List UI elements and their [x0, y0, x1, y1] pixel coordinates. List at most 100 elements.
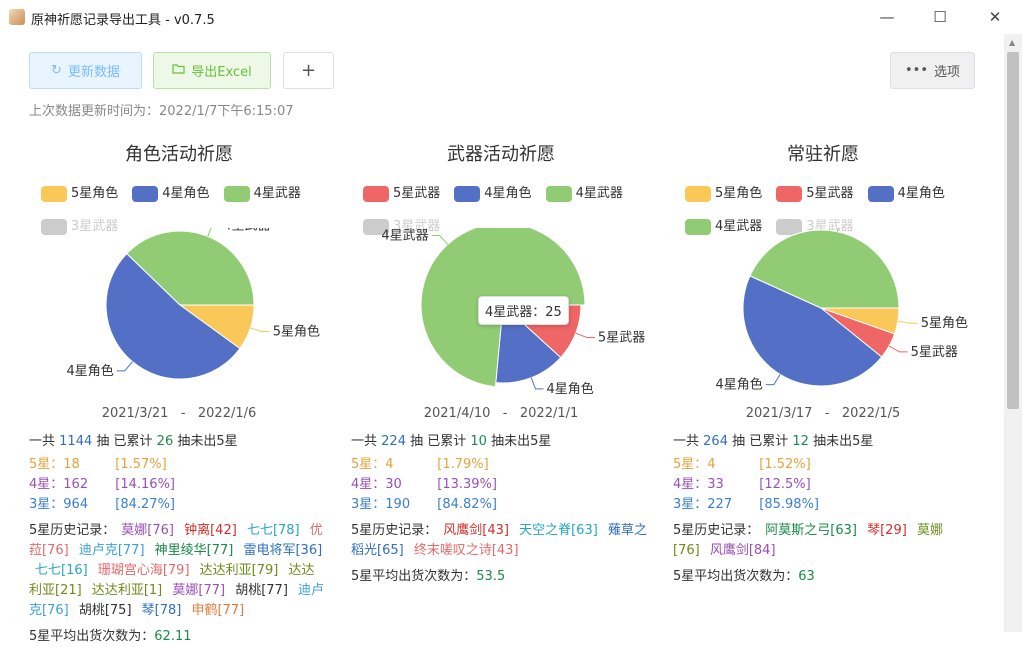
- folder-icon: [172, 63, 185, 78]
- history-item: 胡桃[75]: [79, 603, 132, 618]
- date-range: 2021/4/10 - 2022/1/1: [351, 406, 651, 421]
- legend-item[interactable]: 4星角色: [454, 180, 531, 208]
- star-percent: [84.27%]: [115, 495, 175, 515]
- total-summary: 一共 264 抽 已累计 12 抽未出5星: [673, 432, 969, 452]
- add-button[interactable]: +: [283, 52, 334, 89]
- legend-label: 4星角色: [898, 180, 945, 208]
- star-label: 4星：: [673, 475, 707, 495]
- refresh-icon: ↻: [51, 63, 62, 78]
- legend-item[interactable]: 5星武器: [363, 180, 440, 208]
- legend-swatch: [132, 186, 158, 202]
- history-item: 神里绫华[77]: [155, 543, 234, 558]
- pie-chart[interactable]: 5星角色5星武器4星角色4星武器: [673, 228, 983, 403]
- pie-label-line: [766, 374, 780, 384]
- legend-item[interactable]: 5星武器: [776, 180, 853, 208]
- pie-chart[interactable]: 5星角色4星角色4星武器: [29, 228, 339, 403]
- total-suffix: 抽未出5星: [491, 434, 551, 449]
- pie-label-line: [250, 328, 269, 332]
- total-mid: 抽 已累计: [410, 434, 466, 449]
- legend-label: 4星角色: [484, 180, 531, 208]
- average-value: 63: [798, 569, 815, 584]
- average-value: 62.11: [154, 629, 191, 644]
- legend-item[interactable]: 4星角色: [132, 180, 209, 208]
- minimize-button[interactable]: —: [872, 6, 902, 28]
- star-count: 162: [63, 475, 115, 495]
- legend-swatch: [41, 186, 67, 202]
- star-label: 3星：: [673, 495, 707, 515]
- history-item: 七七[16]: [35, 563, 88, 578]
- average-label: 5星平均出货次数为：: [673, 569, 798, 584]
- five-star-history: 5星历史记录：莫娜[76] 钟离[42] 七七[78] 优菈[76] 迪卢克[7…: [29, 521, 325, 621]
- legend-item[interactable]: 5星角色: [685, 180, 762, 208]
- star-percent: [1.52%]: [759, 455, 810, 475]
- legend-label: 5星角色: [71, 180, 118, 208]
- star-percent: [84.82%]: [437, 495, 497, 515]
- more-icon: •••: [905, 63, 928, 78]
- scrollbar[interactable]: ▲: [1004, 34, 1022, 632]
- history-label: 5星历史记录：: [351, 523, 437, 538]
- legend-item[interactable]: 4星武器: [224, 180, 301, 208]
- legend-item[interactable]: 4星武器: [546, 180, 623, 208]
- history-item: 雷电将军[36]: [243, 543, 322, 558]
- total-prefix: 一共: [673, 434, 699, 449]
- pie-slice-label: 5星角色: [273, 324, 320, 340]
- date-range: 2021/3/17 - 2022/1/5: [673, 406, 973, 421]
- five-star-history: 5星历史记录：阿莫斯之弓[63] 琴[29] 莫娜[76] 风鹰剑[84]: [673, 521, 969, 561]
- options-button[interactable]: ••• 选项: [890, 52, 975, 89]
- pie-label-line: [837, 228, 848, 232]
- star-count-row: 4星：33[12.5%]: [673, 475, 969, 495]
- history-item: 琴[78]: [142, 603, 182, 618]
- total-count: 1144: [59, 434, 92, 449]
- pie-label-line: [889, 346, 907, 352]
- scroll-thumb[interactable]: [1007, 52, 1019, 409]
- update-data-label: 更新数据: [68, 61, 120, 80]
- close-button[interactable]: ✕: [980, 6, 1010, 28]
- pity-count: 26: [157, 434, 174, 449]
- star-percent: [85.98%]: [759, 495, 819, 515]
- pie-slice-label: 4星武器: [223, 228, 270, 233]
- star-percent: [13.39%]: [437, 475, 497, 495]
- star-count-row: 5星：18[1.57%]: [29, 455, 325, 475]
- history-item: 达达利亚[79]: [200, 563, 279, 578]
- chart-tooltip: 4星武器：25: [478, 296, 569, 325]
- history-item: 莫娜[76]: [121, 523, 174, 538]
- history-item: 终末嗟叹之诗[43]: [414, 543, 519, 558]
- star-count: 33: [707, 475, 759, 495]
- update-time-text: 上次数据更新时间为：2022/1/7下午6:15:07: [29, 100, 294, 119]
- pity-count: 12: [792, 434, 809, 449]
- date-range: 2021/3/21 - 2022/1/6: [29, 406, 329, 421]
- star-percent: [14.16%]: [115, 475, 175, 495]
- pity-count: 10: [470, 434, 487, 449]
- pie-slice-label: 4星武器: [381, 229, 428, 244]
- window-title: 原神祈愿记录导出工具 - v0.7.5: [31, 9, 215, 28]
- legend-item[interactable]: 4星角色: [868, 180, 945, 208]
- pool-column: 常驻祈愿5星角色5星武器4星角色4星武器3星武器5星角色5星武器4星角色4星武器…: [673, 130, 993, 632]
- total-suffix: 抽未出5星: [177, 434, 237, 449]
- chart-title: 常驻祈愿: [673, 140, 973, 166]
- total-summary: 一共 1144 抽 已累计 26 抽未出5星: [29, 432, 325, 452]
- star-label: 3星：: [351, 495, 385, 515]
- pie-slice-label: 5星武器: [911, 345, 958, 360]
- average-value: 53.5: [476, 569, 505, 584]
- history-item: 莫娜[77]: [172, 583, 225, 598]
- total-count: 224: [381, 434, 406, 449]
- legend-swatch: [546, 186, 572, 202]
- legend-swatch: [776, 186, 802, 202]
- star-count-row: 3星：964[84.27%]: [29, 495, 325, 515]
- star-percent: [12.5%]: [759, 475, 810, 495]
- maximize-button[interactable]: ☐: [925, 6, 955, 28]
- star-count: 227: [707, 495, 759, 515]
- legend-item[interactable]: 5星角色: [41, 180, 118, 208]
- scroll-up-arrow-icon[interactable]: ▲: [1009, 38, 1015, 47]
- star-label: 5星：: [29, 455, 63, 475]
- star-count-row: 3星：190[84.82%]: [351, 495, 647, 515]
- history-item: 迪卢克[77]: [79, 543, 145, 558]
- star-count: 18: [63, 455, 115, 475]
- update-data-button[interactable]: ↻ 更新数据: [29, 52, 142, 89]
- legend-swatch: [685, 186, 711, 202]
- export-excel-button[interactable]: 导出Excel: [153, 52, 271, 89]
- app-icon: [9, 9, 25, 25]
- star-count-row: 3星：227[85.98%]: [673, 495, 969, 515]
- pie-slice-label: 5星角色: [921, 315, 968, 331]
- history-item: 钟离[42]: [184, 523, 237, 538]
